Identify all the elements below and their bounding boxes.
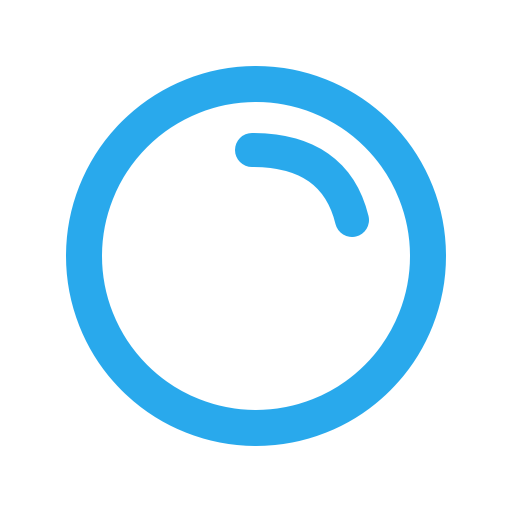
bubble-icon xyxy=(0,0,512,512)
app-icon-canvas xyxy=(0,0,512,512)
bubble-highlight-arc xyxy=(235,133,369,237)
